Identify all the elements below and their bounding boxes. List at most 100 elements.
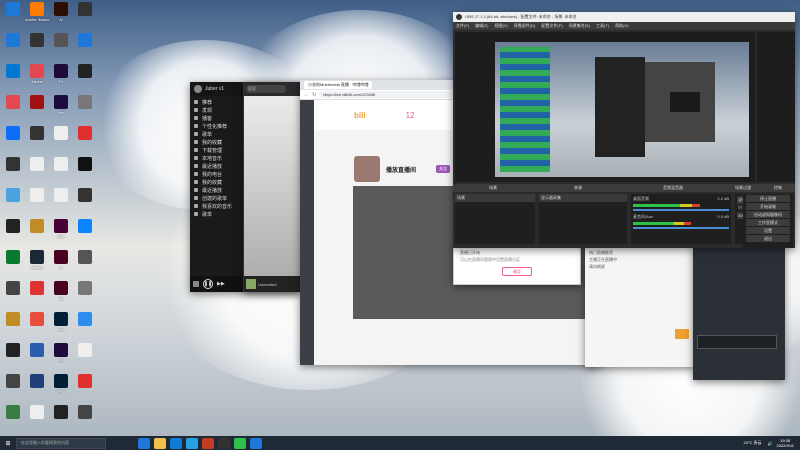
desktop-icon[interactable] [25, 374, 49, 406]
back-icon[interactable]: ← [304, 92, 309, 98]
desktop-icon[interactable] [49, 33, 73, 65]
obs-menu-item[interactable]: 场景集合(S) [569, 23, 590, 29]
obs-menu-item[interactable]: 工具(T) [596, 23, 609, 29]
desktop-icon[interactable] [73, 157, 97, 189]
desktop-icon[interactable] [25, 95, 49, 127]
playlist-icon[interactable] [193, 281, 199, 287]
taskbar-app-icon[interactable] [234, 437, 246, 449]
live-start-dialog[interactable]: 直播已开始 可以在直播间管理中设置直播分区 确定 [453, 245, 581, 285]
desktop-icon[interactable] [73, 374, 97, 406]
desktop-icon[interactable]: Me [49, 95, 73, 127]
desktop-icon[interactable] [1, 219, 25, 251]
clock-date[interactable]: 2022/9/11 [777, 443, 795, 448]
desktop-icon[interactable] [73, 2, 97, 34]
desktop-icon[interactable] [73, 64, 97, 96]
desktop-icon[interactable]: Adobe [25, 64, 49, 96]
taskbar-app-icon[interactable] [138, 437, 150, 449]
refresh-icon[interactable]: ↻ [312, 92, 316, 98]
start-button[interactable]: ⊞ [2, 438, 14, 449]
desktop-icon[interactable]: Ai [49, 2, 73, 34]
desktop-icon[interactable] [1, 95, 25, 127]
obs-menu-item[interactable]: 帮助(H) [615, 23, 629, 29]
next-icon[interactable]: ▶▶ [217, 281, 225, 287]
music-search-input[interactable]: 搜索 [246, 85, 286, 93]
weather-widget[interactable]: 24°C 多云 [743, 440, 761, 446]
taskbar-app-icon[interactable] [170, 437, 182, 449]
obs-control-button[interactable]: 退出 [746, 235, 790, 242]
browser-tab[interactable]: 小花的Muertevida 直播 · 哔哩哔哩 [304, 81, 373, 89]
desktop-icon[interactable] [73, 312, 97, 344]
scene-item[interactable]: 场景 [455, 194, 535, 202]
desktop-icon[interactable] [25, 33, 49, 65]
desktop-icon[interactable] [25, 312, 49, 344]
desktop-icon[interactable] [1, 374, 25, 406]
taskbar-app-icon[interactable] [154, 437, 166, 449]
desktop-icon[interactable] [73, 250, 97, 282]
obs-control-button[interactable]: 停止直播 [746, 195, 790, 202]
desktop-icon[interactable]: Ps [49, 374, 73, 406]
desktop-icon[interactable] [1, 312, 25, 344]
desktop-icon[interactable]: Pr [49, 64, 73, 96]
desktop-icon[interactable] [49, 126, 73, 158]
taskbar-app-icon[interactable] [202, 437, 214, 449]
taskbar-app-icon[interactable] [186, 437, 198, 449]
desktop-icon[interactable]: Lrc [49, 312, 73, 344]
obs-menu-item[interactable]: 文件(F) [456, 23, 469, 29]
desktop-icon[interactable] [25, 219, 49, 251]
desktop-icon[interactable]: Steam [25, 250, 49, 282]
taskbar-app-icon[interactable] [218, 437, 230, 449]
desktop-icon[interactable] [1, 343, 25, 375]
volume-slider[interactable] [633, 227, 729, 229]
desktop-icon[interactable] [25, 157, 49, 189]
desktop-icon[interactable] [73, 343, 97, 375]
desktop-icon[interactable] [1, 64, 25, 96]
desktop-icon[interactable] [1, 250, 25, 282]
avatar[interactable] [194, 85, 202, 93]
obs-menu-item[interactable]: 视图(V) [494, 23, 507, 29]
desktop-icon[interactable] [73, 405, 97, 437]
pause-icon[interactable]: ❚❚ [203, 279, 213, 289]
desktop-icon[interactable] [73, 95, 97, 127]
follow-button[interactable]: 关注 [436, 165, 451, 173]
desktop-icon[interactable] [25, 126, 49, 158]
streamer-avatar[interactable] [354, 156, 380, 182]
obs-control-button[interactable]: 工作室模式 [746, 219, 790, 226]
taskbar-search-input[interactable]: 在这里输入你要搜索的内容 [16, 437, 106, 449]
desktop-icon[interactable] [73, 219, 97, 251]
obs-menu-item[interactable]: 编辑(E) [475, 23, 488, 29]
obs-control-button[interactable]: 启动虚拟摄像机 [746, 211, 790, 218]
desktop-icon[interactable]: Adobe Illustrator [25, 2, 49, 34]
desktop-icon[interactable] [25, 188, 49, 220]
source-item[interactable]: 显示器采集 [539, 194, 627, 202]
desktop-icon[interactable] [1, 33, 25, 65]
desktop-icon[interactable] [1, 188, 25, 220]
desktop-icon[interactable]: Id [49, 281, 73, 313]
input-box[interactable] [697, 335, 777, 349]
obs-control-button[interactable]: 设置 [746, 227, 790, 234]
desktop-icon[interactable] [1, 405, 25, 437]
taskbar-app-icon[interactable] [250, 437, 262, 449]
desktop-icon[interactable] [1, 2, 25, 34]
volume-icon[interactable]: 🔊 [768, 441, 773, 446]
obs-control-button[interactable]: 开始录制 [746, 203, 790, 210]
desktop-icon[interactable] [25, 343, 49, 375]
desktop-icon[interactable] [49, 405, 73, 437]
dialog-confirm-button[interactable]: 确定 [502, 267, 532, 276]
desktop-icon[interactable]: Ic [49, 250, 73, 282]
desktop-icon[interactable] [25, 405, 49, 437]
desktop-icon[interactable] [25, 281, 49, 313]
send-button[interactable] [675, 329, 689, 339]
desktop-icon[interactable]: Dw [49, 219, 73, 251]
desktop-icon[interactable] [49, 157, 73, 189]
obs-window[interactable]: OBS 27.1.3 (64-bit, windows) - 配置文件: 未命名… [453, 12, 795, 248]
desktop-icon[interactable] [73, 281, 97, 313]
desktop-icon[interactable] [73, 33, 97, 65]
desktop-icon[interactable] [73, 188, 97, 220]
obs-menu-item[interactable]: 停靠部件(D) [514, 23, 536, 29]
desktop-icon[interactable] [49, 188, 73, 220]
desktop-icon[interactable] [1, 281, 25, 313]
desktop-icon[interactable] [1, 126, 25, 158]
desktop-icon[interactable]: Pl [49, 343, 73, 375]
desktop-icon[interactable] [1, 157, 25, 189]
volume-slider[interactable] [633, 209, 729, 211]
